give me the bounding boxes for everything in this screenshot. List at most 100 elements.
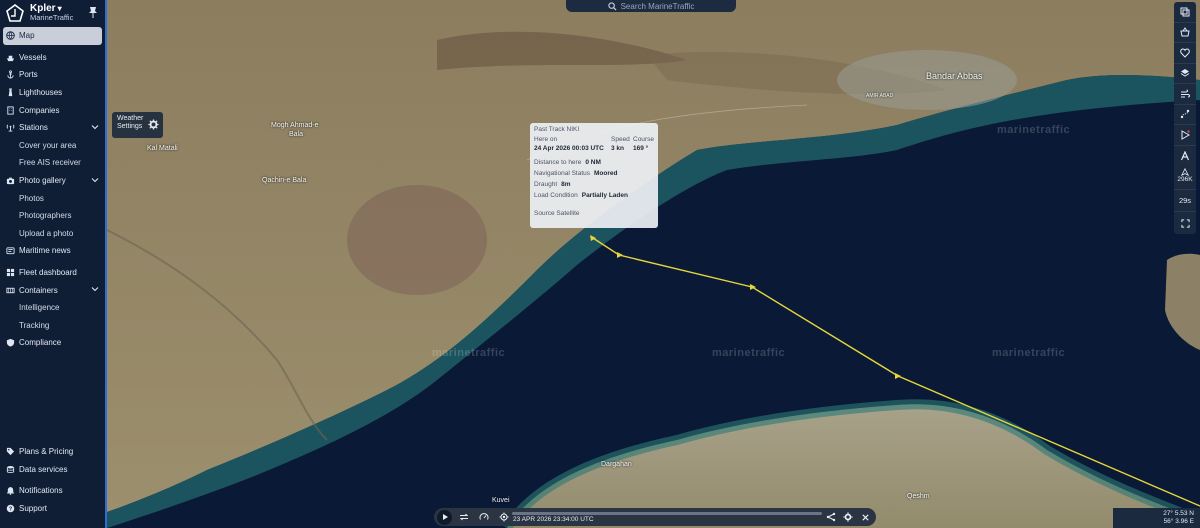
play-route-icon [1181,129,1190,140]
track-player: 23 APR 2026 23:34:00 UTC [434,508,876,526]
nav-item-map[interactable]: Map [3,27,102,45]
popup-course-value: 169 ° [633,145,649,152]
longitude: 56° 3.96 E [1163,518,1194,525]
zoom-level-label: 296K [1177,176,1193,183]
swap-icon [459,513,469,521]
nav-item-notifications[interactable]: Notifications [0,482,105,500]
nav-sub-photographers[interactable]: Photographers [0,207,105,225]
play-button[interactable] [437,509,452,525]
nav-item-lighthouses[interactable]: Lighthouses [0,84,105,102]
building-icon [5,105,15,115]
search-bar[interactable]: Search MarineTraffic [566,0,736,12]
share-button[interactable] [823,509,839,525]
popup-here-on-label: Here on [534,136,558,143]
popup-nav-status-label: Navigational Status [534,170,591,177]
nav-sub-upload-photo[interactable]: Upload a photo [0,225,105,243]
fullscreen-button[interactable] [1174,212,1196,234]
weather-settings-button[interactable]: Weather Settings [112,112,163,138]
antenna-icon [5,123,15,133]
popup-speed-label: Speed [611,136,630,143]
popup-speed-value: 3 kn [611,145,625,152]
main-nav: Map Vessels Ports Lighthouses Companies [0,27,105,352]
nav-label-compliance: Compliance [19,338,62,348]
help-icon: ? [5,504,15,514]
popup-draught-label: Draught [534,181,558,188]
nav-sub-cover-area[interactable]: Cover your area [0,137,105,155]
nav-item-photo-gallery[interactable]: Photo gallery [0,172,105,190]
zoom-level-button[interactable]: 296K [1174,162,1196,190]
timeline-slider[interactable] [512,512,822,515]
locate-button[interactable] [496,509,512,525]
nav-item-plans-pricing[interactable]: Plans & Pricing [0,443,105,461]
speed-button[interactable] [476,509,492,525]
nav-item-data-services[interactable]: Data services [0,461,105,479]
refresh-timer[interactable]: 29s [1174,190,1196,212]
map-toolbar [1174,2,1196,166]
route-button[interactable] [1174,105,1196,125]
locate-icon [499,512,509,522]
nav-sub-tracking[interactable]: Tracking [0,317,105,335]
search-placeholder: Search MarineTraffic [620,1,695,11]
player-settings-button[interactable] [840,509,856,525]
shield-icon [5,338,15,348]
map-zoom-toolbar: 296K 29s [1174,162,1196,234]
play-route-button[interactable] [1174,125,1196,146]
speedometer-icon [479,513,489,520]
app-root: Kpler▾ MarineTraffic Map Vessels Ports [0,0,1200,528]
track-point[interactable] [895,373,901,379]
fullscreen-icon [1180,218,1190,228]
nav-item-stations[interactable]: Stations [0,119,105,137]
nav-sub-free-ais[interactable]: Free AIS receiver [0,154,105,172]
news-icon [5,246,15,256]
coordinates-readout: 27° 5.53 N 56° 3.96 E [1113,508,1200,528]
nav-item-maritime-news[interactable]: Maritime news [0,242,105,260]
track-point[interactable] [617,252,623,258]
popup-here-on-value: 24 Apr 2026 00:03 UTC [534,145,604,152]
pin-icon[interactable] [88,5,100,18]
nav-sub-photos[interactable]: Photos [0,189,105,207]
layers-stack-button[interactable] [1174,2,1196,23]
latitude: 27° 5.53 N [1163,510,1194,517]
layers-stack-icon [1180,7,1190,17]
nav-label-maritime-news: Maritime news [19,246,71,256]
nav-item-vessels[interactable]: Vessels [0,49,105,67]
favorites-button[interactable] [1174,43,1196,64]
nav-item-support[interactable]: ? Support [0,500,105,518]
popup-distance-label: Distance to here [534,159,582,166]
nav-label-lighthouses: Lighthouses [19,88,63,98]
nav-item-compliance[interactable]: Compliance [0,334,105,352]
chevron-down-icon [91,176,99,184]
weather-icon [1181,89,1190,98]
heart-icon [1180,48,1190,58]
close-player-button[interactable] [857,509,873,525]
nav-label-ports: Ports [19,70,38,80]
weather-layer-button[interactable] [1174,84,1196,105]
popup-distance-value: 0 NM [585,159,601,166]
basket-button[interactable] [1174,23,1196,43]
nav-item-companies[interactable]: Companies [0,101,105,119]
nav-item-fleet-dashboard[interactable]: Fleet dashboard [0,264,105,282]
nav-label-containers: Containers [19,285,58,295]
nav-label-fleet-dashboard: Fleet dashboard [19,268,77,278]
route-icon [1180,110,1190,119]
layers-icon [1180,69,1190,77]
popup-load-label: Load Condition [534,192,578,199]
nav-sub-intelligence[interactable]: Intelligence [0,299,105,317]
nav-item-containers[interactable]: Containers [0,281,105,299]
chevron-down-icon [91,123,99,131]
lighthouse-icon [5,88,15,98]
map-canvas[interactable]: marinetraffic marinetraffic marinetraffi… [107,0,1200,528]
search-icon [607,1,617,11]
brand[interactable]: Kpler ▾ MarineTraffic [0,0,105,26]
gear-icon [148,119,159,133]
anchor-icon [5,70,15,80]
tag-icon [5,447,15,457]
nav-label-photo-gallery: Photo gallery [19,176,66,186]
popup-source: Source Satellite [534,210,580,217]
popup-title: Past Track NIKI [534,126,580,133]
chevron-down-icon [91,285,99,293]
swap-button[interactable] [456,509,472,525]
nav-item-ports[interactable]: Ports [0,66,105,84]
layers-button[interactable] [1174,64,1196,84]
kpler-logo-icon [4,2,26,24]
